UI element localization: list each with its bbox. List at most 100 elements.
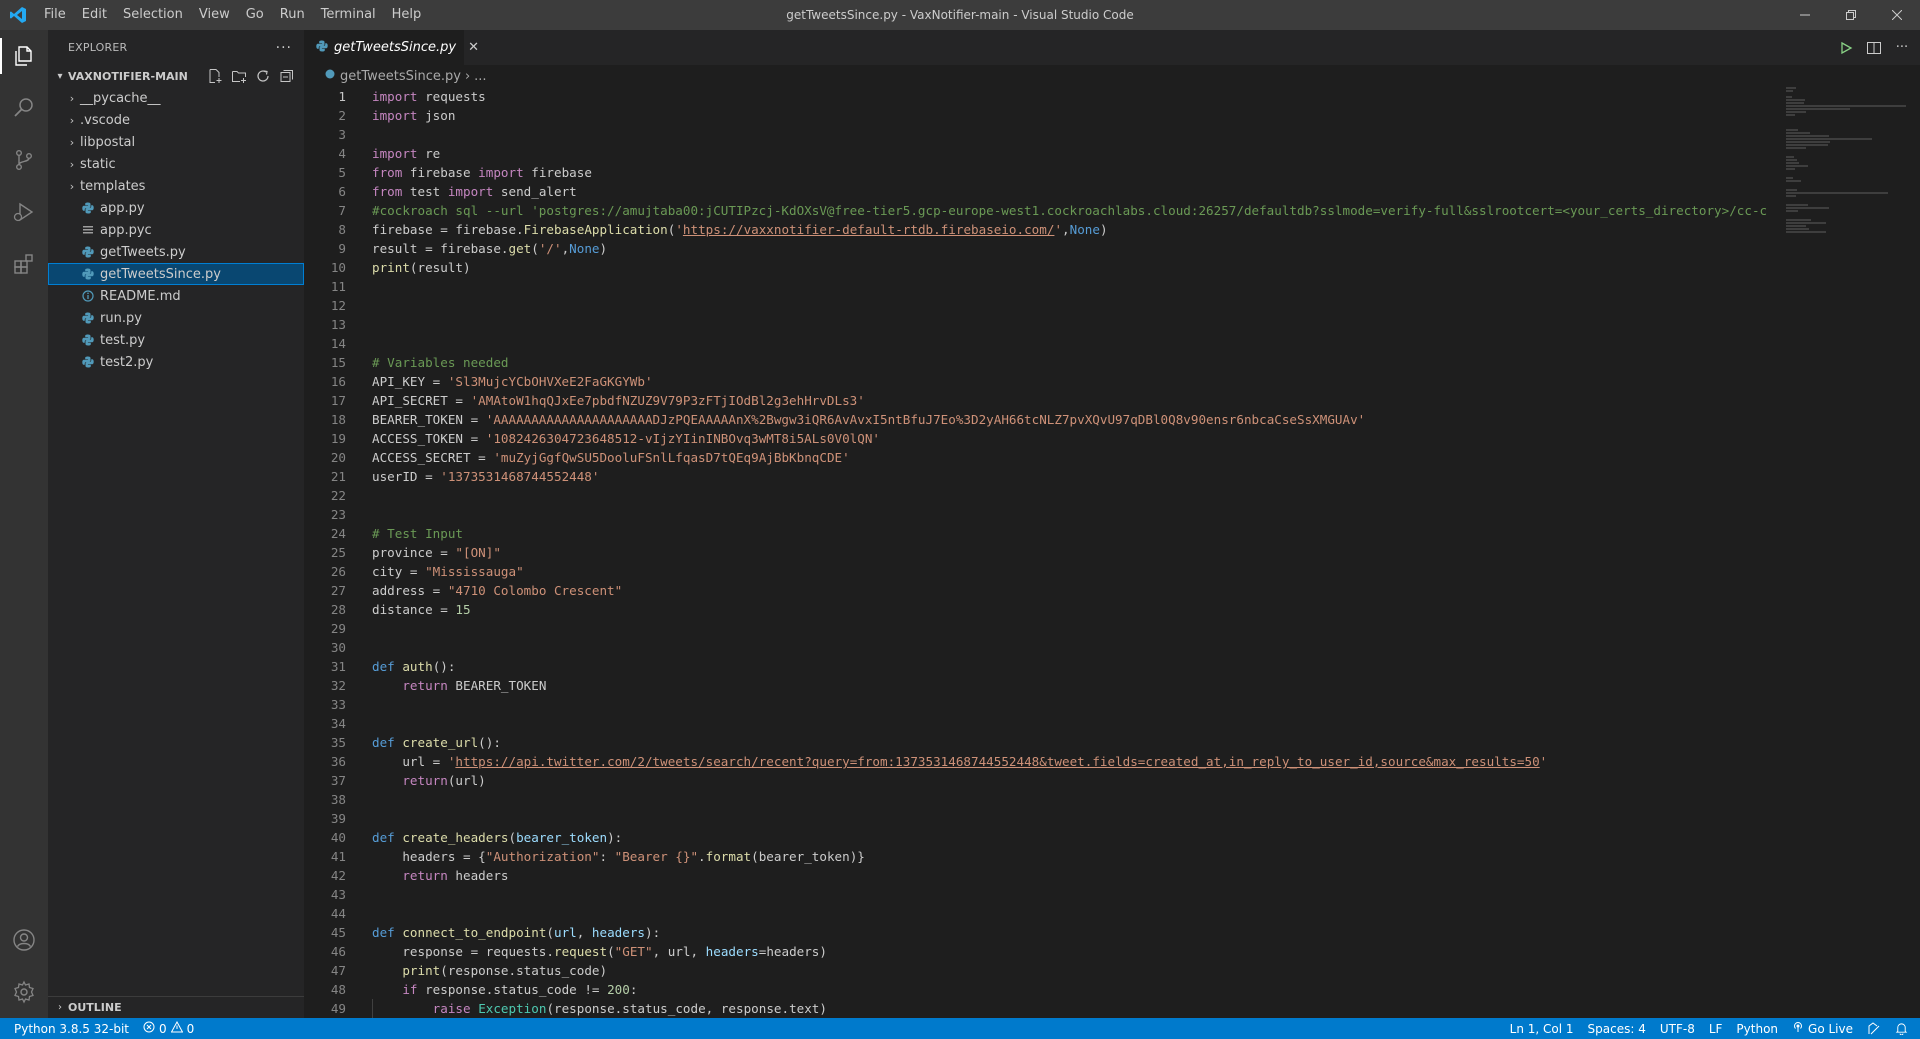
file-item-app-py[interactable]: app.py <box>48 197 304 219</box>
line-number: 37 <box>330 773 346 788</box>
cursor-position[interactable]: Ln 1, Col 1 <box>1503 1018 1581 1039</box>
more-actions-icon[interactable]: ··· <box>276 40 292 56</box>
line-number: 40 <box>330 830 346 845</box>
indentation-setting[interactable]: Spaces: 4 <box>1581 1018 1653 1039</box>
tree-item-label: test.py <box>100 332 146 348</box>
settings-gear-icon[interactable] <box>0 966 48 1018</box>
tab-close-icon[interactable]: ✕ <box>468 40 479 55</box>
file-item-run-py[interactable]: run.py <box>48 307 304 329</box>
run-debug-icon[interactable] <box>0 186 48 238</box>
menu-selection[interactable]: Selection <box>115 0 191 30</box>
code-line: 41 headers = {"Authorization": "Bearer {… <box>304 847 1784 866</box>
explorer-icon[interactable] <box>0 30 48 82</box>
line-number: 23 <box>330 507 346 522</box>
feedback-icon[interactable] <box>1860 1018 1888 1039</box>
line-source: # Variables needed <box>372 355 509 370</box>
tab-bar: getTweetsSince.py ✕ ··· <box>304 30 1920 65</box>
file-item-gettweetssince-py[interactable]: getTweetsSince.py <box>48 263 304 285</box>
folder-item-pycache[interactable]: › __pycache__ <box>48 87 304 109</box>
search-icon[interactable] <box>0 82 48 134</box>
line-number: 48 <box>330 982 346 997</box>
file-item-test2-py[interactable]: test2.py <box>48 351 304 373</box>
code-line: 23 <box>304 505 1784 524</box>
minimap-line <box>1786 132 1811 134</box>
menu-view[interactable]: View <box>191 0 238 30</box>
minimap-line <box>1786 165 1808 167</box>
code-line: 37 return(url) <box>304 771 1784 790</box>
restore-icon[interactable] <box>1828 0 1874 30</box>
folder-item-templates[interactable]: › templates <box>48 175 304 197</box>
menu-terminal[interactable]: Terminal <box>313 0 384 30</box>
account-icon[interactable] <box>0 914 48 966</box>
python-file-icon <box>80 310 96 326</box>
tree-item-label: getTweets.py <box>100 244 186 260</box>
code-line: 35 def create_url(): <box>304 733 1784 752</box>
outline-section-header[interactable]: › OUTLINE <box>48 996 304 1018</box>
line-number: 17 <box>330 393 346 408</box>
problems-indicator[interactable]: 0 0 <box>136 1018 201 1039</box>
source-control-icon[interactable] <box>0 134 48 186</box>
tree-item-label: static <box>80 156 116 172</box>
folder-item-vscode[interactable]: › .vscode <box>48 109 304 131</box>
file-item-readme-md[interactable]: README.md <box>48 285 304 307</box>
chevron-right-icon: › <box>69 157 75 171</box>
activity-bar <box>0 30 48 1018</box>
code-line: 6 from test import send_alert <box>304 182 1784 201</box>
file-item-test-py[interactable]: test.py <box>48 329 304 351</box>
folder-item-static[interactable]: › static <box>48 153 304 175</box>
notifications-bell-icon[interactable] <box>1888 1018 1920 1039</box>
breadcrumb-separator: › <box>464 68 471 84</box>
folder-header[interactable]: ▾ VAXNOTIFIER-MAIN <box>48 65 304 87</box>
python-interpreter-selector[interactable]: Python 3.8.5 32-bit <box>0 1018 136 1039</box>
eol-setting[interactable]: LF <box>1702 1018 1730 1039</box>
code-line: 5 from firebase import firebase <box>304 163 1784 182</box>
file-item-gettweets-py[interactable]: getTweets.py <box>48 241 304 263</box>
minimap-line <box>1786 225 1807 227</box>
menu-file[interactable]: File <box>36 0 74 30</box>
menu-help[interactable]: Help <box>384 0 430 30</box>
language-mode[interactable]: Python <box>1729 1018 1785 1039</box>
go-live-button[interactable]: Go Live <box>1785 1018 1860 1039</box>
more-actions-icon[interactable]: ··· <box>1894 40 1910 56</box>
minimap[interactable] <box>1786 87 1906 1018</box>
editor-scrollbar[interactable] <box>1906 87 1920 1018</box>
line-number: 5 <box>338 165 346 180</box>
new-folder-icon[interactable] <box>230 67 248 85</box>
folder-item-libpostal[interactable]: › libpostal <box>48 131 304 153</box>
encoding-setting[interactable]: UTF-8 <box>1653 1018 1702 1039</box>
tab-label: getTweetsSince.py <box>334 40 457 55</box>
minimize-icon[interactable] <box>1782 0 1828 30</box>
code-line: 10 print(result) <box>304 258 1784 277</box>
tab-gettweetssince[interactable]: getTweetsSince.py ✕ <box>304 30 479 65</box>
line-number: 41 <box>330 849 346 864</box>
file-item-app-pyc[interactable]: app.pyc <box>48 219 304 241</box>
code-editor[interactable]: 1 import requests 2 import json 3 4 import re 5… <box>304 87 1784 1018</box>
split-editor-icon[interactable] <box>1866 40 1882 56</box>
line-source: ACCESS_TOKEN = '1082426304723648512-vIjz… <box>372 431 881 446</box>
outline-label: OUTLINE <box>68 1001 122 1014</box>
error-count: 0 <box>159 1021 167 1036</box>
breadcrumb-file[interactable]: getTweetsSince.py <box>340 69 461 84</box>
line-number: 38 <box>330 792 346 807</box>
code-line: 9 result = firebase.get('/',None) <box>304 239 1784 258</box>
breadcrumb-more[interactable]: ... <box>474 69 486 84</box>
new-file-icon[interactable] <box>206 67 224 85</box>
code-line: 24 # Test Input <box>304 524 1784 543</box>
go-live-label: Go Live <box>1808 1021 1853 1036</box>
extensions-icon[interactable] <box>0 238 48 290</box>
menu-edit[interactable]: Edit <box>74 0 115 30</box>
minimap-line <box>1786 156 1794 158</box>
menu-run[interactable]: Run <box>272 0 313 30</box>
collapse-all-icon[interactable] <box>278 67 296 85</box>
line-source: return BEARER_TOKEN <box>402 678 547 693</box>
line-source: return headers <box>402 868 509 883</box>
menu-go[interactable]: Go <box>238 0 272 30</box>
refresh-icon[interactable] <box>254 67 272 85</box>
minimap-line <box>1786 99 1806 101</box>
code-line: 12 <box>304 296 1784 315</box>
code-line: 49 raise Exception(response.status_code,… <box>304 999 1784 1018</box>
line-number: 31 <box>330 659 346 674</box>
close-icon[interactable] <box>1874 0 1920 30</box>
minimap-line <box>1786 222 1826 224</box>
run-python-file-icon[interactable] <box>1838 40 1854 56</box>
